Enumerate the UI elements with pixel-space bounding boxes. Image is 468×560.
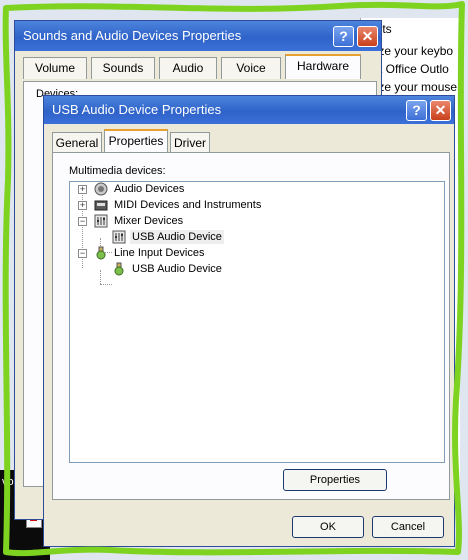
tree-item-label: Line Input Devices <box>114 247 205 259</box>
midi-icon <box>94 200 108 211</box>
tree-item-label: Audio Devices <box>114 183 185 195</box>
tree-item-audio-devices[interactable]: + Audio Devices <box>70 182 370 196</box>
tree-item-usb-audio-mixer[interactable]: USB Audio Device <box>70 230 370 244</box>
help-button[interactable]: ? <box>406 100 427 121</box>
usb-audio-dialog: USB Audio Device Properties ? ✕ General … <box>43 95 455 547</box>
window-title: USB Audio Device Properties <box>52 102 222 117</box>
window-title: Sounds and Audio Devices Properties <box>23 28 242 43</box>
tab-volume[interactable]: Volume <box>23 57 87 79</box>
multimedia-devices-label: Multimedia devices: <box>69 165 166 177</box>
tree-item-line-input-devices[interactable]: − Line Input Devices <box>70 246 370 260</box>
title-bar[interactable]: USB Audio Device Properties ? ✕ <box>44 96 454 124</box>
mixer-icon <box>112 230 126 244</box>
tree-item-label: Mixer Devices <box>114 215 184 227</box>
tree-item-mixer-devices[interactable]: − Mixer Devices <box>70 214 370 228</box>
line-input-icon <box>114 262 124 276</box>
properties-panel: Multimedia devices: + Audio Devices + MI… <box>52 152 450 500</box>
device-tree[interactable]: + Audio Devices + MIDI Devices and Instr… <box>69 181 445 463</box>
tab-general[interactable]: General <box>52 132 102 154</box>
help-button[interactable]: ? <box>333 26 354 47</box>
tree-item-label: MIDI Devices and Instruments <box>114 199 262 211</box>
ok-button[interactable]: OK <box>292 516 364 538</box>
tree-item-usb-audio-line-input[interactable]: USB Audio Device <box>70 262 370 276</box>
tree-line <box>100 284 112 285</box>
line-input-icon <box>96 246 106 260</box>
title-bar[interactable]: Sounds and Audio Devices Properties ? ✕ <box>15 21 381 51</box>
properties-button[interactable]: Properties <box>283 469 387 491</box>
close-button[interactable]: ✕ <box>430 100 451 121</box>
tree-item-label: USB Audio Device <box>130 230 224 244</box>
tab-audio[interactable]: Audio <box>159 57 217 79</box>
tab-sounds[interactable]: Sounds <box>91 57 155 79</box>
mixer-icon <box>94 214 108 228</box>
tab-hardware[interactable]: Hardware <box>285 54 361 79</box>
speaker-icon <box>94 182 108 196</box>
expand-icon[interactable]: + <box>78 201 87 210</box>
close-button[interactable]: ✕ <box>357 26 378 47</box>
expand-icon[interactable]: + <box>78 185 87 194</box>
tab-voice[interactable]: Voice <box>221 57 281 79</box>
tree-item-label: USB Audio Device <box>132 263 222 275</box>
tab-driver[interactable]: Driver <box>170 132 210 154</box>
tree-item-midi-devices[interactable]: + MIDI Devices and Instruments <box>70 198 370 212</box>
background-text: nize your mouse <box>369 80 458 94</box>
collapse-icon[interactable]: − <box>78 217 87 226</box>
cancel-button[interactable]: Cancel <box>372 516 444 538</box>
collapse-icon[interactable]: − <box>78 249 87 258</box>
tab-properties[interactable]: Properties <box>104 129 168 154</box>
